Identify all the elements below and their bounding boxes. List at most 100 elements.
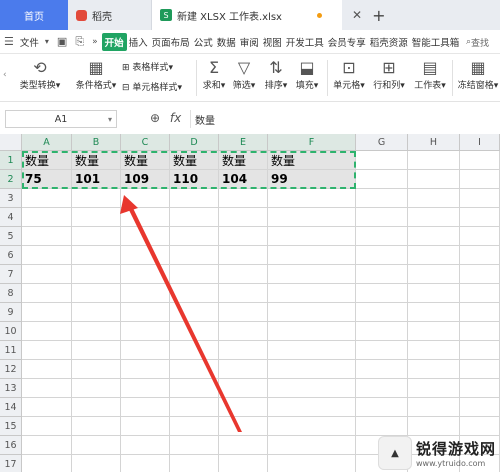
cell-b9[interactable] xyxy=(72,303,121,322)
cell-c17[interactable] xyxy=(121,455,170,472)
cell-c10[interactable] xyxy=(121,322,170,341)
cell-f4[interactable] xyxy=(268,208,356,227)
cell-f11[interactable] xyxy=(268,341,356,360)
menu-item-view[interactable]: 视图 xyxy=(261,35,284,49)
cell-i12[interactable] xyxy=(460,360,500,379)
cell-d10[interactable] xyxy=(170,322,219,341)
add-tab-button[interactable]: + xyxy=(372,0,385,30)
cell-a5[interactable] xyxy=(22,227,72,246)
cell-e2[interactable]: 104 xyxy=(219,170,268,189)
cell-c4[interactable] xyxy=(121,208,170,227)
tab-docer[interactable]: 稻壳 xyxy=(68,0,152,30)
cell-g12[interactable] xyxy=(356,360,408,379)
cell-f1[interactable]: 数量 xyxy=(268,151,356,170)
export-icon[interactable]: ⎘ xyxy=(75,35,84,49)
row-header-7[interactable]: 7 xyxy=(0,265,22,284)
cell-d14[interactable] xyxy=(170,398,219,417)
cell-d6[interactable] xyxy=(170,246,219,265)
cell-f12[interactable] xyxy=(268,360,356,379)
row-header-14[interactable]: 14 xyxy=(0,398,22,417)
cell-a12[interactable] xyxy=(22,360,72,379)
cell-d1[interactable]: 数量 xyxy=(170,151,219,170)
cell-h6[interactable] xyxy=(408,246,460,265)
scroll-left-icon[interactable]: ‹ xyxy=(3,70,7,80)
cell-a3[interactable] xyxy=(22,189,72,208)
cell-a8[interactable] xyxy=(22,284,72,303)
cell-e12[interactable] xyxy=(219,360,268,379)
cell-i2[interactable] xyxy=(460,170,500,189)
cell-b3[interactable] xyxy=(72,189,121,208)
type-convert-button[interactable]: ⟲ 类型转换▾ xyxy=(16,58,64,91)
row-header-6[interactable]: 6 xyxy=(0,246,22,265)
cell-c8[interactable] xyxy=(121,284,170,303)
cell-e16[interactable] xyxy=(219,436,268,455)
table-style-button[interactable]: ⊞ 表格样式▾ xyxy=(122,60,173,73)
column-header-f[interactable]: F xyxy=(268,134,356,151)
save-icon[interactable]: ▣ xyxy=(57,35,67,48)
cell-c11[interactable] xyxy=(121,341,170,360)
select-all-corner[interactable] xyxy=(0,134,22,151)
cell-g9[interactable] xyxy=(356,303,408,322)
cell-a2[interactable]: 75 xyxy=(22,170,72,189)
cell-h13[interactable] xyxy=(408,379,460,398)
cell-g14[interactable] xyxy=(356,398,408,417)
cell-a11[interactable] xyxy=(22,341,72,360)
formula-input[interactable]: 数量 xyxy=(190,110,500,128)
freeze-button[interactable]: ▦ 冻结窗格▾ xyxy=(456,58,500,91)
cell-c5[interactable] xyxy=(121,227,170,246)
cell-a14[interactable] xyxy=(22,398,72,417)
cell-c9[interactable] xyxy=(121,303,170,322)
cell-a4[interactable] xyxy=(22,208,72,227)
cell-c6[interactable] xyxy=(121,246,170,265)
sheet-button[interactable]: ▤ 工作表▾ xyxy=(410,58,450,91)
column-header-i[interactable]: I xyxy=(460,134,500,151)
cell-e14[interactable] xyxy=(219,398,268,417)
menu-item-start[interactable]: 开始 xyxy=(101,32,127,51)
menu-item-page-layout[interactable]: 页面布局 xyxy=(150,35,192,49)
tab-file[interactable]: S 新建 XLSX 工作表.xlsx xyxy=(152,0,342,30)
hamburger-icon[interactable]: ☰ xyxy=(4,35,14,48)
cell-i6[interactable] xyxy=(460,246,500,265)
cell-i11[interactable] xyxy=(460,341,500,360)
cell-e7[interactable] xyxy=(219,265,268,284)
cell-g10[interactable] xyxy=(356,322,408,341)
cell-f3[interactable] xyxy=(268,189,356,208)
cell-h11[interactable] xyxy=(408,341,460,360)
cell-c14[interactable] xyxy=(121,398,170,417)
cell-g7[interactable] xyxy=(356,265,408,284)
cell-h10[interactable] xyxy=(408,322,460,341)
cell-a13[interactable] xyxy=(22,379,72,398)
cell-h5[interactable] xyxy=(408,227,460,246)
cell-d8[interactable] xyxy=(170,284,219,303)
row-header-16[interactable]: 16 xyxy=(0,436,22,455)
column-header-c[interactable]: C xyxy=(121,134,170,151)
fill-button[interactable]: ⬓ 填充▾ xyxy=(292,58,322,91)
cell-f13[interactable] xyxy=(268,379,356,398)
cell-b7[interactable] xyxy=(72,265,121,284)
cell-i3[interactable] xyxy=(460,189,500,208)
column-header-e[interactable]: E xyxy=(219,134,268,151)
cell-a7[interactable] xyxy=(22,265,72,284)
row-header-5[interactable]: 5 xyxy=(0,227,22,246)
cell-b1[interactable]: 数量 xyxy=(72,151,121,170)
cell-g1[interactable] xyxy=(356,151,408,170)
cell-i8[interactable] xyxy=(460,284,500,303)
cell-d7[interactable] xyxy=(170,265,219,284)
cell-h2[interactable] xyxy=(408,170,460,189)
cell-f9[interactable] xyxy=(268,303,356,322)
cell-i13[interactable] xyxy=(460,379,500,398)
filter-button[interactable]: ▽ 筛选▾ xyxy=(230,58,258,91)
cell-h3[interactable] xyxy=(408,189,460,208)
column-header-h[interactable]: H xyxy=(408,134,460,151)
menu-item-smart-tools[interactable]: 智能工具箱 xyxy=(410,35,462,49)
cell-c12[interactable] xyxy=(121,360,170,379)
cell-g4[interactable] xyxy=(356,208,408,227)
cell-a16[interactable] xyxy=(22,436,72,455)
cell-c15[interactable] xyxy=(121,417,170,436)
menu-file[interactable]: 文件 xyxy=(18,35,41,49)
cell-i15[interactable] xyxy=(460,417,500,436)
cell-b6[interactable] xyxy=(72,246,121,265)
cell-b2[interactable]: 101 xyxy=(72,170,121,189)
cell-c7[interactable] xyxy=(121,265,170,284)
cell-b13[interactable] xyxy=(72,379,121,398)
